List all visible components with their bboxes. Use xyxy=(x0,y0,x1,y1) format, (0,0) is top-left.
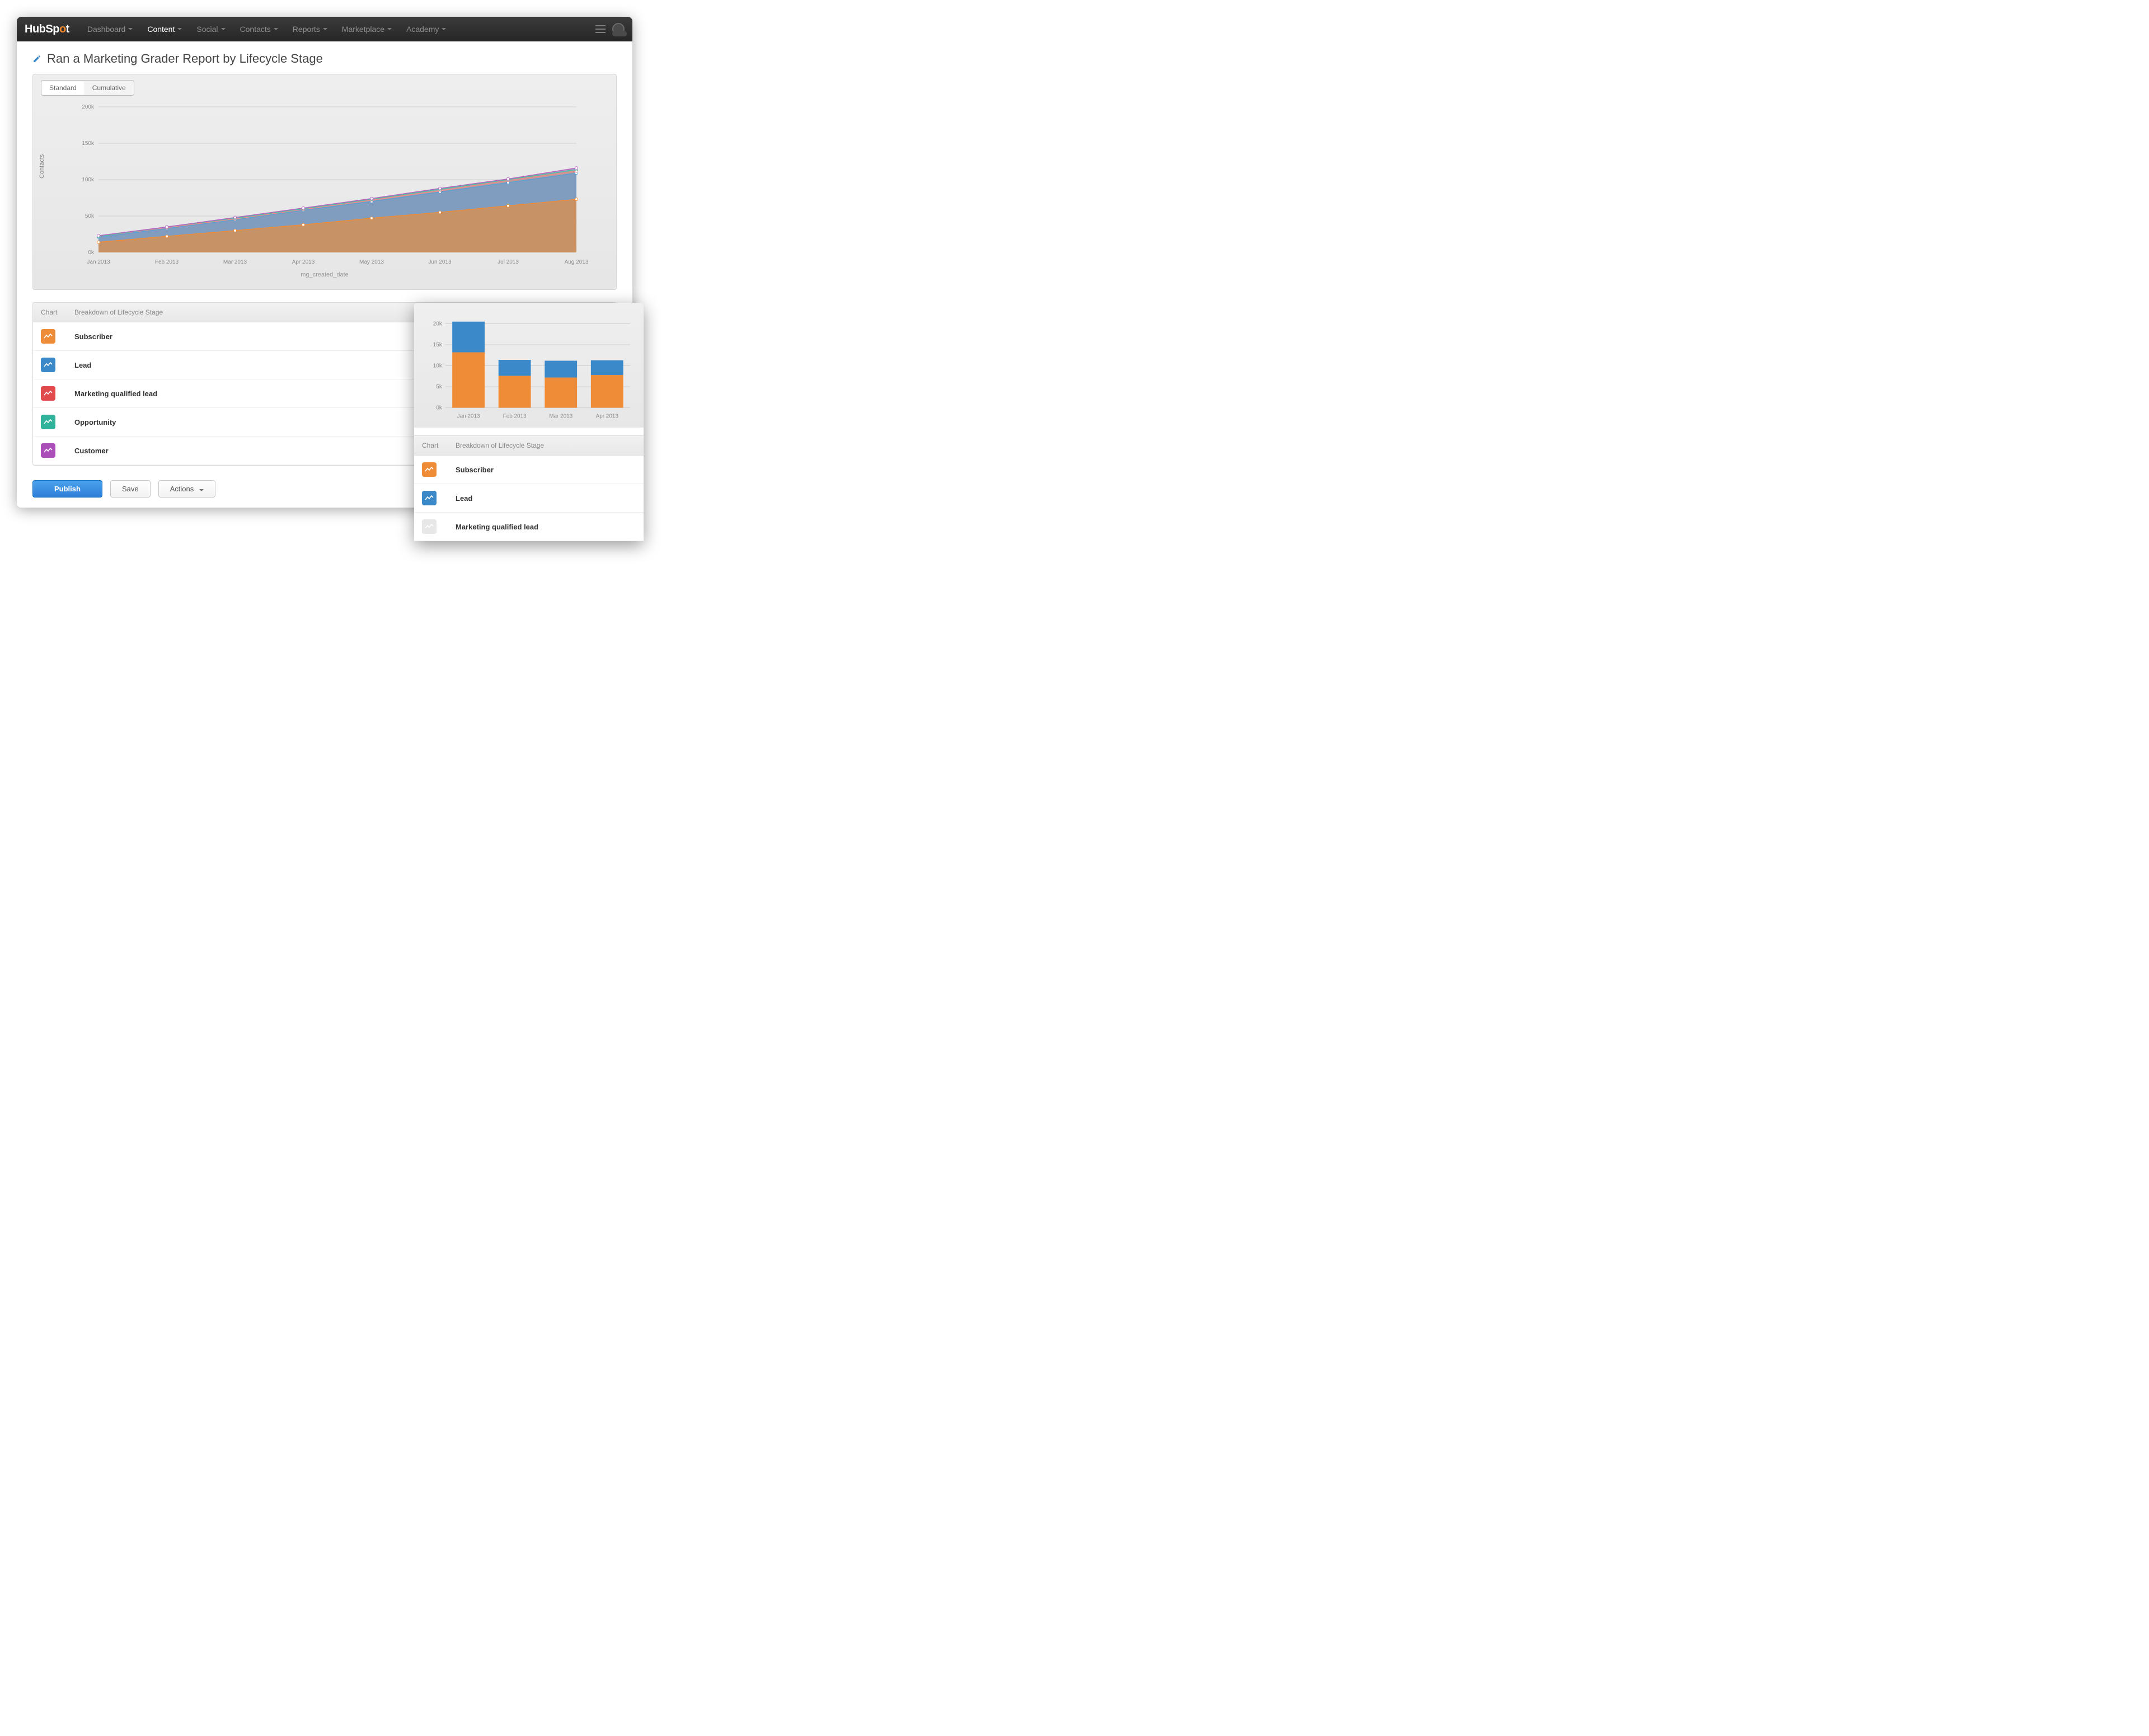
save-button[interactable]: Save xyxy=(110,480,151,498)
chevron-down-icon xyxy=(128,28,133,30)
nav-label: Marketplace xyxy=(342,25,384,34)
toggle-standard[interactable]: Standard xyxy=(41,81,85,95)
th-chart: Chart xyxy=(41,308,74,316)
svg-text:Apr 2013: Apr 2013 xyxy=(596,414,619,420)
x-axis-label: mg_created_date xyxy=(41,271,608,278)
row-icon-cell xyxy=(41,386,74,401)
nav-label: Social xyxy=(196,25,218,34)
row-icon-cell xyxy=(41,358,74,372)
series-icon xyxy=(422,491,437,505)
svg-text:200k: 200k xyxy=(82,104,95,110)
svg-text:0k: 0k xyxy=(436,405,442,411)
row-name: Lead xyxy=(456,494,636,503)
series-icon xyxy=(41,415,55,429)
chart-mode-toggle[interactable]: StandardCumulative xyxy=(41,80,134,96)
top-right-controls xyxy=(595,23,625,35)
toggle-cumulative[interactable]: Cumulative xyxy=(85,81,134,95)
nav-item-reports[interactable]: Reports xyxy=(288,22,332,36)
nav-label: Contacts xyxy=(240,25,271,34)
svg-text:10k: 10k xyxy=(433,363,442,369)
nav-item-academy[interactable]: Academy xyxy=(402,22,451,36)
chevron-down-icon xyxy=(199,489,204,491)
chart-panel: StandardCumulative Contacts 0k 50k 100k 150… xyxy=(32,74,617,290)
svg-text:May 2013: May 2013 xyxy=(359,259,384,265)
popout-th-chart: Chart xyxy=(422,442,456,449)
row-icon-cell xyxy=(41,329,74,344)
chevron-down-icon xyxy=(221,28,226,30)
nav-label: Dashboard xyxy=(87,25,126,34)
area-chart-svg: 0k 50k 100k 150k 200k Jan 2013 Feb 2013 Mar 201… xyxy=(41,101,608,269)
svg-text:50k: 50k xyxy=(85,213,95,219)
row-icon-cell xyxy=(422,462,456,477)
svg-text:Jul 2013: Jul 2013 xyxy=(498,259,519,265)
app-window: HubSpot Dashboard Content Social Contacts Re… xyxy=(17,17,632,508)
actions-dropdown[interactable]: Actions xyxy=(158,480,216,498)
series-icon xyxy=(41,358,55,372)
page-title: Ran a Marketing Grader Report by Lifecyc… xyxy=(47,51,323,66)
nav-item-content[interactable]: Content xyxy=(143,22,186,36)
svg-text:20k: 20k xyxy=(433,321,442,327)
menu-icon[interactable] xyxy=(595,25,606,33)
series-icon xyxy=(422,462,437,477)
svg-text:15k: 15k xyxy=(433,342,442,348)
nav-list: Dashboard Content Social Contacts Reports Mar… xyxy=(83,22,595,36)
popout-panel: 0k 5k 10k 15k 20k Jan 2013 Feb 2013 Mar 2013 Apr… xyxy=(414,303,644,541)
row-icon-cell xyxy=(41,443,74,458)
svg-text:Jan 2013: Jan 2013 xyxy=(87,259,110,265)
nav-label: Reports xyxy=(293,25,320,34)
row-icon-cell xyxy=(41,415,74,429)
series-icon xyxy=(41,443,55,458)
chevron-down-icon xyxy=(177,28,182,30)
popout-table-header: Chart Breakdown of Lifecycle Stage xyxy=(414,435,644,456)
svg-text:5k: 5k xyxy=(436,384,442,390)
top-nav: HubSpot Dashboard Content Social Contacts Re… xyxy=(17,17,632,41)
series-icon xyxy=(422,519,437,534)
svg-text:Jun 2013: Jun 2013 xyxy=(428,259,452,265)
main-chart: Contacts 0k 50k 100k 150k 200k Jan 2013 Feb 20… xyxy=(41,101,608,278)
series-icon xyxy=(41,329,55,344)
nav-label: Content xyxy=(147,25,175,34)
nav-label: Academy xyxy=(406,25,439,34)
nav-item-marketplace[interactable]: Marketplace xyxy=(337,22,396,36)
series-icon xyxy=(41,386,55,401)
svg-text:Jan 2013: Jan 2013 xyxy=(457,414,480,420)
nav-item-dashboard[interactable]: Dashboard xyxy=(83,22,138,36)
table-row[interactable]: Subscriber xyxy=(414,456,644,484)
svg-text:100k: 100k xyxy=(82,177,95,183)
row-icon-cell xyxy=(422,519,456,534)
nav-item-contacts[interactable]: Contacts xyxy=(236,22,283,36)
row-name: Subscriber xyxy=(456,466,636,474)
svg-text:150k: 150k xyxy=(82,140,95,147)
publish-button[interactable]: Publish xyxy=(32,480,102,498)
chevron-down-icon xyxy=(442,28,446,30)
table-row[interactable]: Marketing qualified lead xyxy=(414,513,644,541)
user-avatar-icon[interactable] xyxy=(612,23,625,35)
chevron-down-icon xyxy=(387,28,392,30)
svg-text:Mar 2013: Mar 2013 xyxy=(223,259,247,265)
title-row: Ran a Marketing Grader Report by Lifecyc… xyxy=(32,51,617,66)
popout-chart: 0k 5k 10k 15k 20k Jan 2013 Feb 2013 Mar 2013 Apr… xyxy=(414,303,644,428)
chevron-down-icon xyxy=(274,28,278,30)
svg-text:Aug 2013: Aug 2013 xyxy=(565,259,589,265)
brand-logo: HubSpot xyxy=(25,23,69,36)
row-icon-cell xyxy=(422,491,456,505)
chevron-down-icon xyxy=(323,28,327,30)
actions-label: Actions xyxy=(170,485,194,493)
bar-chart-svg: 0k 5k 10k 15k 20k Jan 2013 Feb 2013 Mar 2013 Apr… xyxy=(423,309,635,421)
svg-text:Feb 2013: Feb 2013 xyxy=(503,414,527,420)
popout-table-body: Subscriber Lead Marketing qualified lead xyxy=(414,456,644,541)
table-row[interactable]: Lead xyxy=(414,484,644,513)
nav-item-social[interactable]: Social xyxy=(192,22,229,36)
edit-icon[interactable] xyxy=(32,54,41,63)
row-name: Marketing qualified lead xyxy=(456,523,636,531)
popout-th-name: Breakdown of Lifecycle Stage xyxy=(456,442,636,449)
svg-text:Mar 2013: Mar 2013 xyxy=(549,414,573,420)
svg-text:Apr 2013: Apr 2013 xyxy=(292,259,315,265)
svg-text:Feb 2013: Feb 2013 xyxy=(155,259,179,265)
y-axis-label: Contacts xyxy=(39,154,45,179)
svg-text:0k: 0k xyxy=(88,250,95,256)
